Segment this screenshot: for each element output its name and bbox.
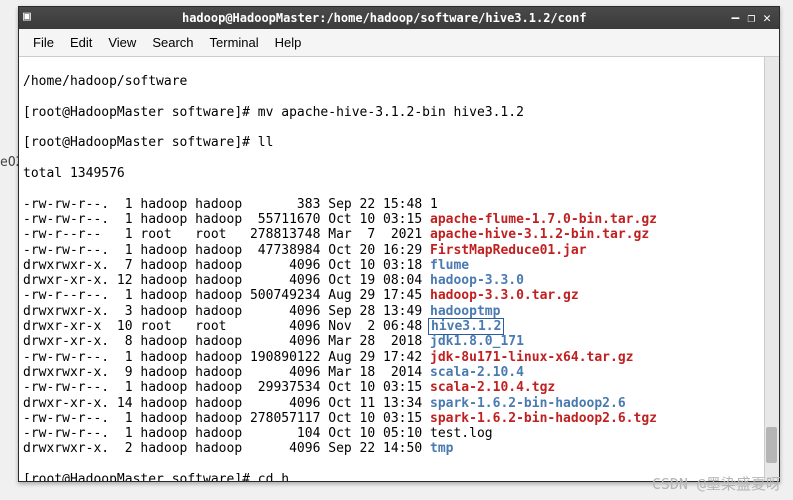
terminal-icon: ▣ [23,9,41,27]
file-listing-row: -rw-rw-r--. 1 hadoop hadoop 104 Oct 10 0… [23,426,775,441]
output-line: /home/hadoop/software [23,74,775,89]
window-title: hadoop@HadoopMaster:/home/hadoop/softwar… [45,11,724,25]
filename: hive3.1.2 [428,318,504,335]
file-listing-row: drwxrwxr-x. 3 hadoop hadoop 4096 Sep 28 … [23,304,775,319]
file-listing-row: drwxr-xr-x 10 root root 4096 Nov 2 06:48… [23,319,775,334]
file-listing-row: -rw-r--r-- 1 root root 278813748 Mar 7 2… [23,227,775,242]
output-line: [root@HadoopMaster software]# ll [23,135,775,150]
filename: jdk-8u171-linux-x64.tar.gz [430,350,634,365]
filename: 1 [430,197,438,212]
scrollbar-thumb[interactable] [766,427,777,463]
filename: hadoop-3.3.0.tar.gz [430,288,579,303]
file-listing-row: drwxr-xr-x. 12 hadoop hadoop 4096 Oct 19… [23,273,775,288]
filename: apache-hive-3.1.2-bin.tar.gz [430,227,649,242]
file-listing-row: drwxr-xr-x. 8 hadoop hadoop 4096 Mar 28 … [23,334,775,349]
file-listing-row: drwxrwxr-x. 7 hadoop hadoop 4096 Oct 10 … [23,258,775,273]
filename: hadooptmp [430,304,500,319]
menu-terminal[interactable]: Terminal [204,33,265,52]
file-listing-row: -rw-rw-r--. 1 hadoop hadoop 190890122 Au… [23,350,775,365]
menubar: File Edit View Search Terminal Help [19,29,779,57]
filename: hadoop-3.3.0 [430,273,524,288]
filename: jdk1.8.0_171 [430,334,524,349]
menu-help[interactable]: Help [269,33,308,52]
titlebar[interactable]: ▣ hadoop@HadoopMaster:/home/hadoop/softw… [19,7,779,29]
filename: FirstMapReduce01.jar [430,243,587,258]
minimize-button[interactable]: — [732,11,740,26]
output-line: total 1349576 [23,166,775,181]
file-listing-row: drwxr-xr-x. 14 hadoop hadoop 4096 Oct 11… [23,396,775,411]
file-listing-row: -rw-rw-r--. 1 hadoop hadoop 55711670 Oct… [23,212,775,227]
watermark: CSDN @墨染盛夏呀 [652,473,781,494]
window-controls: — ❐ ✕ [724,11,779,26]
scrollbar[interactable] [764,57,779,481]
file-listing-row: -rw-rw-r--. 1 hadoop hadoop 47738984 Oct… [23,243,775,258]
menu-search[interactable]: Search [146,33,199,52]
filename: spark-1.6.2-bin-hadoop2.6 [430,396,626,411]
file-listing-row: drwxrwxr-x. 9 hadoop hadoop 4096 Mar 18 … [23,365,775,380]
terminal-window: ▣ hadoop@HadoopMaster:/home/hadoop/softw… [18,6,780,482]
filename: flume [430,258,469,273]
file-listing-row: -rw-rw-r--. 1 hadoop hadoop 383 Sep 22 1… [23,197,775,212]
file-listing-row: -rw-rw-r--. 1 hadoop hadoop 278057117 Oc… [23,411,775,426]
menu-file[interactable]: File [27,33,60,52]
menu-edit[interactable]: Edit [64,33,98,52]
menu-view[interactable]: View [102,33,142,52]
filename: spark-1.6.2-bin-hadoop2.6.tgz [430,411,657,426]
filename: tmp [430,441,453,456]
output-line: [root@HadoopMaster software]# mv apache-… [23,105,775,120]
filename: test.log [430,426,493,441]
terminal-output[interactable]: /home/hadoop/software [root@HadoopMaster… [19,57,779,481]
file-listing-row: -rw-r--r--. 1 hadoop hadoop 500749234 Au… [23,288,775,303]
file-listing-row: drwxrwxr-x. 2 hadoop hadoop 4096 Sep 22 … [23,441,775,456]
filename: scala-2.10.4.tgz [430,380,555,395]
file-listing-row: -rw-rw-r--. 1 hadoop hadoop 29937534 Oct… [23,380,775,395]
filename: apache-flume-1.7.0-bin.tar.gz [430,212,657,227]
maximize-button[interactable]: ❐ [747,11,755,26]
filename: scala-2.10.4 [430,365,524,380]
close-button[interactable]: ✕ [763,11,771,26]
